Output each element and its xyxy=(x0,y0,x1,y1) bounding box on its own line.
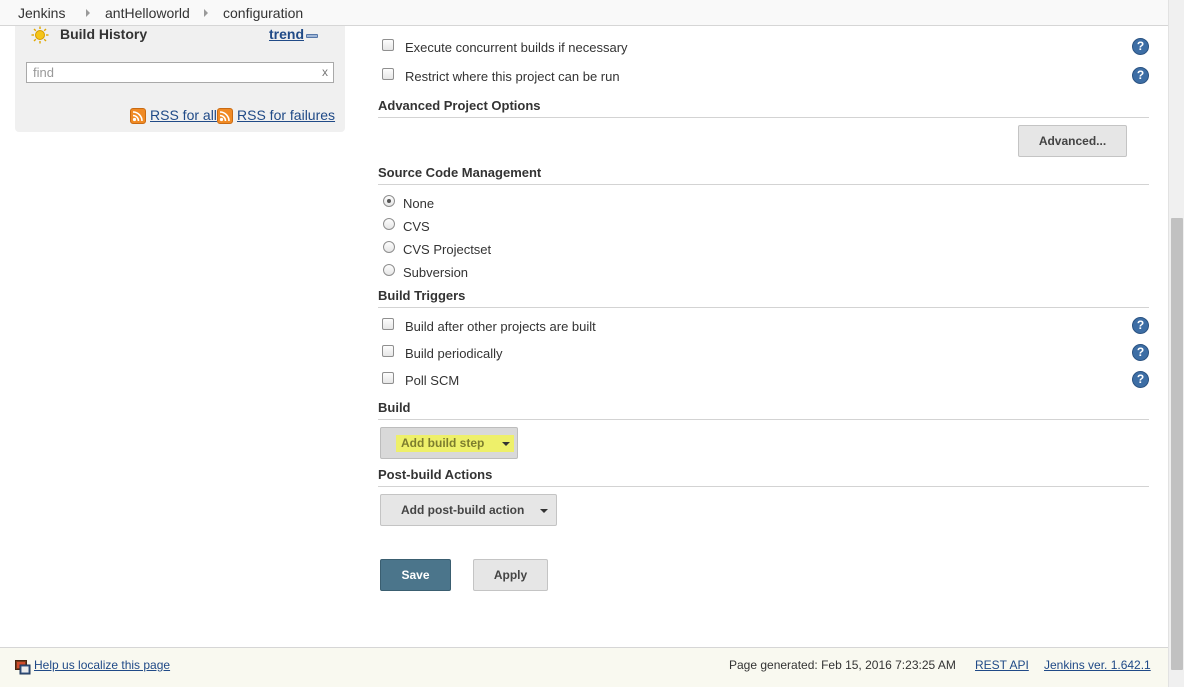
apply-button[interactable]: Apply xyxy=(473,559,548,591)
rss-failures-link[interactable]: RSS for failures xyxy=(237,107,335,123)
scm-none-label: None xyxy=(403,196,435,211)
build-triggers-header: Build Triggers xyxy=(378,288,1149,308)
add-post-build-action-button[interactable]: Add post-build action xyxy=(380,494,557,526)
clear-search-icon[interactable]: x xyxy=(322,65,328,79)
post-build-header: Post-build Actions xyxy=(378,467,1149,487)
advanced-button[interactable]: Advanced... xyxy=(1018,125,1127,157)
help-icon[interactable]: ? xyxy=(1132,67,1149,84)
help-icon[interactable]: ? xyxy=(1132,317,1149,334)
build-after-other-checkbox[interactable] xyxy=(382,318,394,330)
build-title: Build xyxy=(378,400,411,415)
concurrent-builds-label: Execute concurrent builds if necessary xyxy=(405,40,628,55)
localize-link[interactable]: Help us localize this page xyxy=(34,658,170,672)
build-after-other-label: Build after other projects are built xyxy=(405,319,596,334)
chevron-down-icon xyxy=(502,442,510,446)
build-triggers-title: Build Triggers xyxy=(378,288,466,303)
restrict-project-label: Restrict where this project can be run xyxy=(405,69,620,84)
add-build-step-label: Add build step xyxy=(401,436,485,450)
scm-none-radio[interactable] xyxy=(383,195,395,207)
vertical-scrollbar[interactable] xyxy=(1168,0,1184,687)
restrict-project-checkbox[interactable] xyxy=(382,68,394,80)
build-history-title: Build History xyxy=(60,26,148,42)
chevron-down-icon xyxy=(540,509,548,513)
poll-scm-label: Poll SCM xyxy=(405,373,460,388)
breadcrumb-jenkins[interactable]: Jenkins xyxy=(18,5,65,21)
advanced-project-options-header: Advanced Project Options xyxy=(378,98,1149,118)
sun-icon xyxy=(31,26,49,44)
rss-all-link[interactable]: RSS for all xyxy=(150,107,217,123)
save-button[interactable]: Save xyxy=(380,559,451,591)
help-icon[interactable]: ? xyxy=(1132,371,1149,388)
breadcrumb-configuration[interactable]: configuration xyxy=(223,5,303,21)
scm-cvs-projectset-label: CVS Projectset xyxy=(403,242,492,257)
help-icon[interactable]: ? xyxy=(1132,38,1149,55)
add-post-build-action-label: Add post-build action xyxy=(401,503,525,517)
build-search-input[interactable] xyxy=(27,63,312,82)
rest-api-link[interactable]: REST API xyxy=(975,658,1029,672)
scm-cvs-projectset-radio[interactable] xyxy=(383,241,395,253)
scm-cvs-radio[interactable] xyxy=(383,218,395,230)
collapse-icon[interactable] xyxy=(306,34,318,38)
advanced-project-options-title: Advanced Project Options xyxy=(378,98,541,113)
build-periodically-checkbox[interactable] xyxy=(382,345,394,357)
footer: Help us localize this page Page generate… xyxy=(0,647,1168,687)
localize-icon xyxy=(15,660,31,675)
build-header: Build xyxy=(378,400,1149,420)
scm-header: Source Code Management xyxy=(378,165,1149,185)
scm-cvs-label: CVS xyxy=(403,219,430,234)
breadcrumb-arrow-icon[interactable] xyxy=(204,9,208,17)
breadcrumb: Jenkins antHelloworld configuration xyxy=(0,0,1168,26)
scm-subversion-label: Subversion xyxy=(403,265,469,280)
build-history-panel: Build History trend x RSS for all RSS fo… xyxy=(15,26,345,132)
poll-scm-checkbox[interactable] xyxy=(382,372,394,384)
breadcrumb-project[interactable]: antHelloworld xyxy=(105,5,190,21)
page-generated-text: Page generated: Feb 15, 2016 7:23:25 AM xyxy=(729,658,956,672)
jenkins-version-link[interactable]: Jenkins ver. 1.642.1 xyxy=(1044,658,1151,672)
build-periodically-label: Build periodically xyxy=(405,346,503,361)
post-build-title: Post-build Actions xyxy=(378,467,493,482)
scm-title: Source Code Management xyxy=(378,165,542,180)
add-build-step-button[interactable]: Add build step xyxy=(380,427,518,459)
concurrent-builds-checkbox[interactable] xyxy=(382,39,394,51)
breadcrumb-arrow-icon[interactable] xyxy=(86,9,90,17)
build-search-box: x xyxy=(26,62,334,83)
rss-icon[interactable] xyxy=(130,108,146,124)
trend-link[interactable]: trend xyxy=(269,26,304,42)
scm-subversion-radio[interactable] xyxy=(383,264,395,276)
scrollbar-thumb[interactable] xyxy=(1171,218,1183,670)
help-icon[interactable]: ? xyxy=(1132,344,1149,361)
rss-icon[interactable] xyxy=(217,108,233,124)
